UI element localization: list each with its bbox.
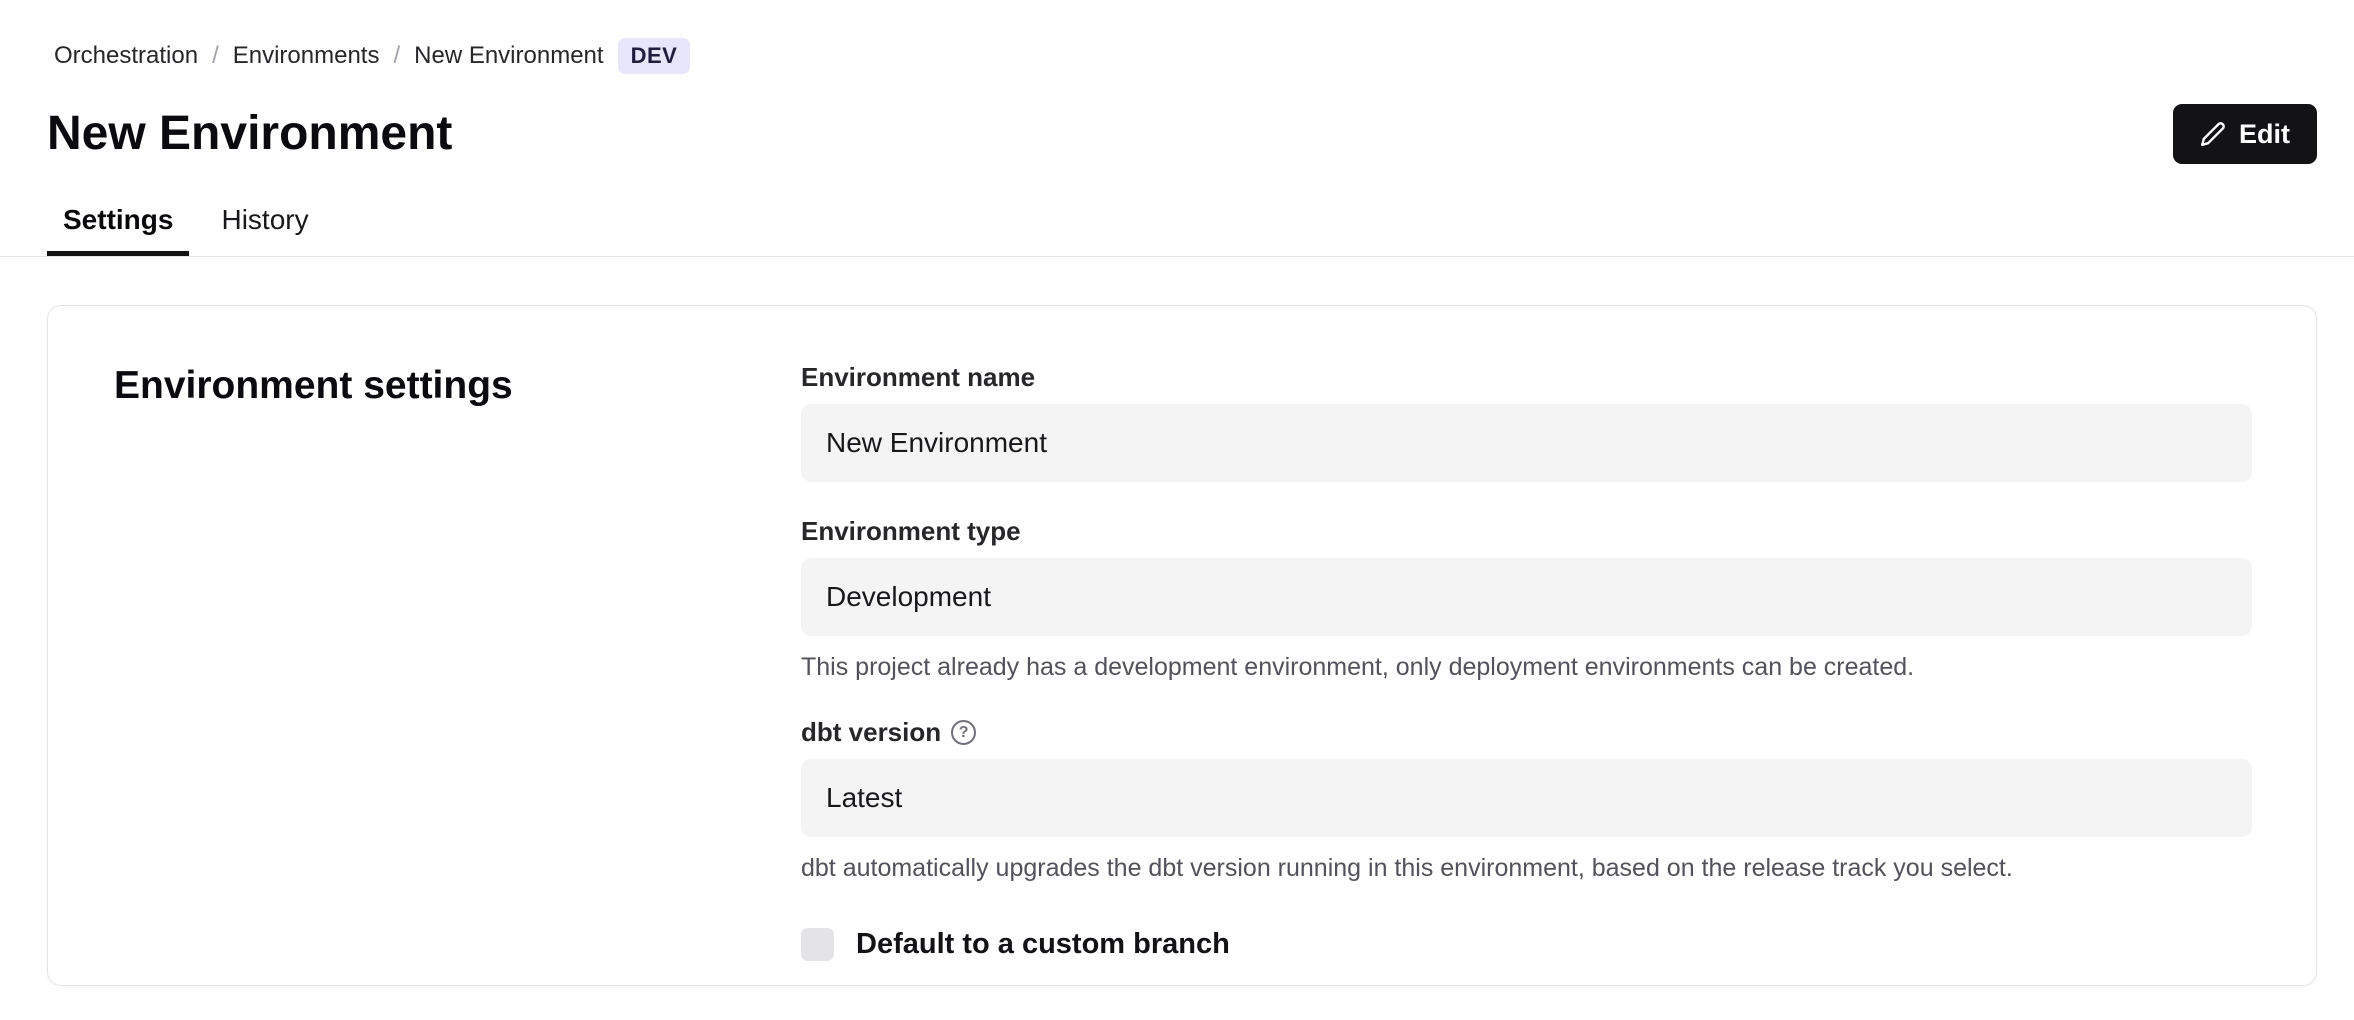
environment-type-label: Environment type <box>801 516 2252 547</box>
environment-settings-form: Environment name Environment type This p… <box>801 362 2252 961</box>
help-circle-icon[interactable]: ? <box>951 720 976 745</box>
dbt-version-input[interactable] <box>801 759 2252 837</box>
dev-badge: DEV <box>618 38 691 74</box>
dbt-version-helper-text: dbt automatically upgrades the dbt versi… <box>801 852 2252 884</box>
environment-name-label: Environment name <box>801 362 2252 393</box>
page: Orchestration / Environments / New Envir… <box>0 0 2354 1020</box>
environment-type-field: Environment type This project already ha… <box>801 516 2252 683</box>
breadcrumb-separator: / <box>393 42 400 70</box>
breadcrumb-item-environments[interactable]: Environments <box>233 42 380 70</box>
environment-type-helper-text: This project already has a development e… <box>801 651 2252 683</box>
panel-heading: Environment settings <box>114 364 513 408</box>
custom-branch-label: Default to a custom branch <box>856 928 1230 961</box>
dbt-version-label-text: dbt version <box>801 717 941 748</box>
dbt-version-label: dbt version ? <box>801 717 2252 748</box>
breadcrumb-item-orchestration[interactable]: Orchestration <box>54 42 198 70</box>
page-header: New Environment Edit <box>47 104 2317 164</box>
environment-type-input[interactable] <box>801 558 2252 636</box>
edit-button[interactable]: Edit <box>2173 104 2317 164</box>
environment-name-input[interactable] <box>801 404 2252 482</box>
breadcrumb-item-new-environment: New Environment <box>414 42 603 70</box>
edit-button-label: Edit <box>2239 119 2290 150</box>
page-title: New Environment <box>47 105 452 163</box>
environment-settings-panel: Environment settings Environment name En… <box>47 305 2317 986</box>
breadcrumb: Orchestration / Environments / New Envir… <box>0 0 2354 74</box>
environment-name-field: Environment name <box>801 362 2252 482</box>
dbt-version-field: dbt version ? dbt automatically upgrades… <box>801 717 2252 884</box>
tab-history[interactable]: History <box>205 192 324 256</box>
tab-settings[interactable]: Settings <box>47 192 189 256</box>
custom-branch-row: Default to a custom branch <box>801 928 2252 961</box>
tab-bar: Settings History <box>0 192 2354 257</box>
pencil-icon <box>2200 121 2226 147</box>
custom-branch-checkbox[interactable] <box>801 928 834 961</box>
breadcrumb-separator: / <box>212 42 219 70</box>
